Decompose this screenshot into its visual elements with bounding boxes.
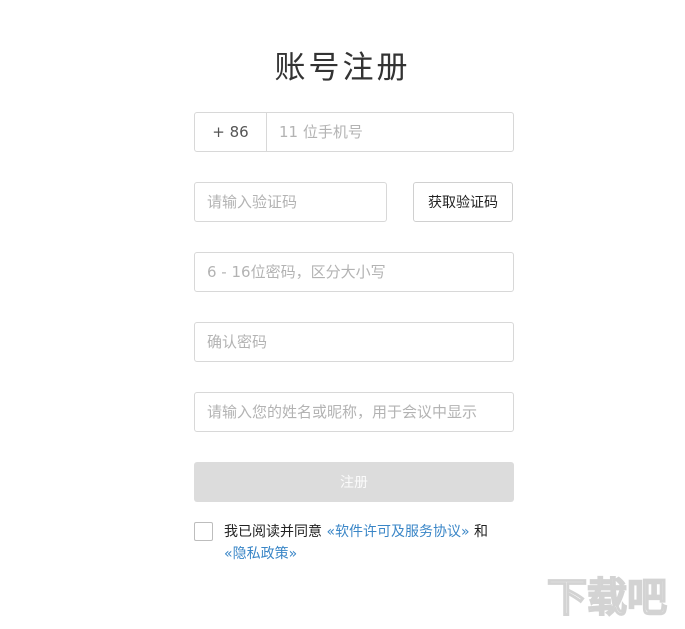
confirm-password-input[interactable] (195, 323, 513, 361)
verification-code-field (194, 182, 387, 222)
agreement-checkbox[interactable] (194, 522, 213, 541)
get-code-button[interactable]: 获取验证码 (413, 182, 513, 222)
phone-input-wrapper (267, 113, 513, 151)
privacy-policy-link[interactable]: «隐私政策» (224, 546, 297, 562)
phone-row: + 86 (194, 112, 514, 152)
nickname-field (194, 392, 514, 432)
agreement-conjunction: 和 (474, 524, 489, 540)
site-watermark-logo: 下载吧 (546, 574, 668, 622)
agreement-text: 我已阅读并同意 «软件许可及服务协议» 和 «隐私政策» (224, 521, 524, 565)
password-field (194, 252, 514, 292)
license-agreement-link[interactable]: «软件许可及服务协议» (326, 524, 469, 540)
nickname-input[interactable] (195, 393, 513, 431)
page-title: 账号注册 (274, 50, 411, 86)
country-code-selector[interactable]: + 86 (195, 113, 267, 151)
password-input[interactable] (195, 253, 513, 291)
confirm-password-field (194, 322, 514, 362)
verification-code-input[interactable] (195, 183, 386, 221)
register-button[interactable]: 注册 (194, 462, 514, 502)
watermark-text: 下载吧 (547, 575, 667, 621)
phone-input[interactable] (267, 113, 513, 151)
agreement-prefix: 我已阅读并同意 (224, 524, 322, 540)
